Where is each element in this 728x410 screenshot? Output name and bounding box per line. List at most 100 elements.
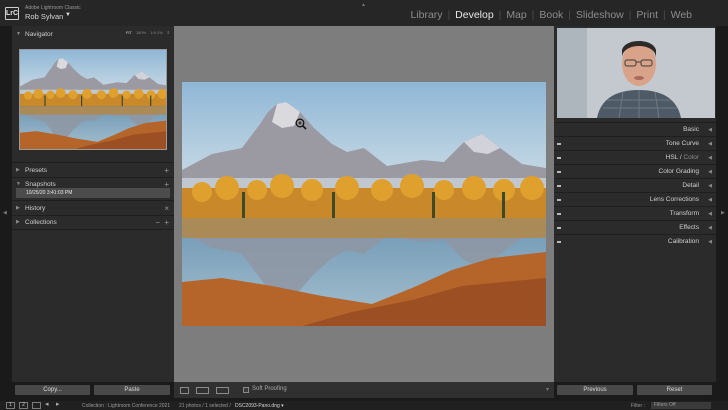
panel-switch-icon[interactable] [557,143,561,145]
panel-lens-corrections[interactable]: Lens Corrections ◀ [554,192,716,206]
zoom-fit[interactable]: FIT [126,30,132,35]
zoom-cursor-icon [295,118,307,130]
previous-button[interactable]: Previous [557,385,633,395]
panel-label: Lens Corrections [650,196,699,203]
triangle-closed-icon: ▶ [16,219,20,225]
snapshot-item[interactable]: 10/25/20 3:41:03 PM [16,188,170,198]
panel-toggle-right-icon[interactable]: ▶ [721,210,725,216]
triangle-closed-icon: ◀ [708,169,712,175]
module-slideshow[interactable]: Slideshow [574,9,626,21]
before-after-swap-icon[interactable] [216,387,229,394]
panel-label: Transform [670,210,699,217]
paste-button[interactable]: Paste [94,385,170,395]
panel-switch-icon[interactable] [557,213,561,215]
navigator-preview[interactable] [19,49,167,150]
panel-label: Detail [682,182,699,189]
presets-header[interactable]: ▶ Presets + [12,164,174,176]
add-collection-icon[interactable]: + [164,218,169,227]
triangle-closed-icon: ◀ [708,183,712,189]
module-separator: | [628,9,632,21]
module-develop[interactable]: Develop [453,9,496,21]
panel-tone-curve[interactable]: Tone Curve ◀ [554,136,716,150]
panel-label-text: Detail [682,182,699,189]
panel-label-text: Lens Corrections [649,196,699,203]
zoom-100[interactable]: 100% [136,30,146,35]
history-header[interactable]: ▶ History × [12,202,174,214]
module-print[interactable]: Print [634,9,660,21]
collections-header[interactable]: ▶ Collections − + [12,216,174,228]
panel-basic[interactable]: Basic ◀ [554,122,716,136]
panel-label: HSL / Color [666,154,699,161]
zoom-custom[interactable]: 1:9.1% [150,30,162,35]
panel-label-text: Basic [683,126,699,133]
left-panel: ▼ Navigator FIT 100% 1:9.1% ⇕ ▶ Presets … [12,26,174,382]
presets-title: Presets [25,166,48,174]
panel-label: Effects [679,224,699,231]
reset-button[interactable]: Reset [637,385,712,395]
panel-color-grading[interactable]: Color Grading ◀ [554,164,716,178]
panel-toggle-top-icon[interactable]: ▲ [361,2,366,8]
navigator-preview-image [20,50,166,149]
chevron-down-icon[interactable]: ▼ [65,12,71,18]
chevron-down-icon[interactable]: ▾ [281,403,284,409]
panel-label: Calibration [668,238,699,245]
panel-label: Basic [683,126,699,133]
panel-detail[interactable]: Detail ◀ [554,178,716,192]
zoom-caret-icon[interactable]: ⇕ [167,30,170,35]
webcam-overlay [557,28,715,118]
triangle-closed-icon: ◀ [708,211,712,217]
presenter-video [557,28,715,118]
triangle-closed-icon: ◀ [708,239,712,245]
main-photo[interactable] [182,82,546,326]
clear-history-icon[interactable]: × [164,204,169,213]
page-button-2[interactable]: 2 [19,402,28,409]
identity-plate-user[interactable]: Rob Sylvan [25,12,63,21]
landscape-photo [182,82,546,326]
panel-calibration[interactable]: Calibration ◀ [554,234,716,248]
add-preset-icon[interactable]: + [164,166,169,175]
panel-switch-icon[interactable] [557,241,561,243]
module-separator: | [498,9,502,21]
image-canvas[interactable] [174,26,554,382]
panel-switch-icon[interactable] [557,171,561,173]
panel-toggle-left-icon[interactable]: ◀ [3,210,7,216]
panel-switch-icon[interactable] [557,157,561,159]
panel-label-text: HSL [665,154,679,161]
filename-text: DSC2093-Pano.dng [235,403,280,409]
filter-label: Filter : [631,403,645,409]
panel-label-alt[interactable]: Color [683,154,699,161]
module-web[interactable]: Web [669,9,694,21]
right-panel: Basic ◀ Tone Curve ◀ HSL / Color ◀ Color Gradi… [554,26,716,382]
back-arrow-icon[interactable]: ◂ [45,401,52,409]
panel-label-text: Calibration [667,238,699,245]
loupe-view-icon[interactable] [180,387,189,394]
triangle-closed-icon: ◀ [708,127,712,133]
soft-proofing-checkbox[interactable] [243,387,249,393]
triangle-closed-icon: ◀ [708,141,712,147]
filter-dropdown[interactable]: Filters Off [651,402,711,409]
current-filename[interactable]: DSC2093-Pano.dng ▾ [235,403,284,409]
copy-button[interactable]: Copy... [15,385,90,395]
module-book[interactable]: Book [537,9,565,21]
remove-collection-icon[interactable]: − [155,218,160,227]
panel-label-text: Transform [669,210,699,217]
page-button-1[interactable]: 1 [6,402,15,409]
panel-hsl[interactable]: HSL / Color ◀ [554,150,716,164]
forward-arrow-icon[interactable]: ▸ [56,401,63,409]
grid-view-icon[interactable] [32,402,41,409]
before-after-view-icon[interactable] [196,387,209,394]
toolbar-options-icon[interactable]: ▾ [546,386,549,393]
panel-switch-icon[interactable] [557,185,561,187]
panel-switch-icon[interactable] [557,227,561,229]
source-breadcrumb[interactable]: Collection : Lightroom Conference 2021 [82,403,170,409]
module-library[interactable]: Library [408,9,444,21]
panel-effects[interactable]: Effects ◀ [554,220,716,234]
filmstrip-page-buttons: 1 2 ◂ ▸ [6,401,63,409]
panel-transform[interactable]: Transform ◀ [554,206,716,220]
triangle-open-icon: ▼ [16,181,21,187]
app-name: Adobe Lightroom Classic [25,5,81,11]
triangle-open-icon: ▼ [16,31,21,37]
panel-switch-icon[interactable] [557,199,561,201]
module-picker: Library | Develop | Map | Book | Slideshow | Print… [408,9,694,21]
module-map[interactable]: Map [504,9,528,21]
